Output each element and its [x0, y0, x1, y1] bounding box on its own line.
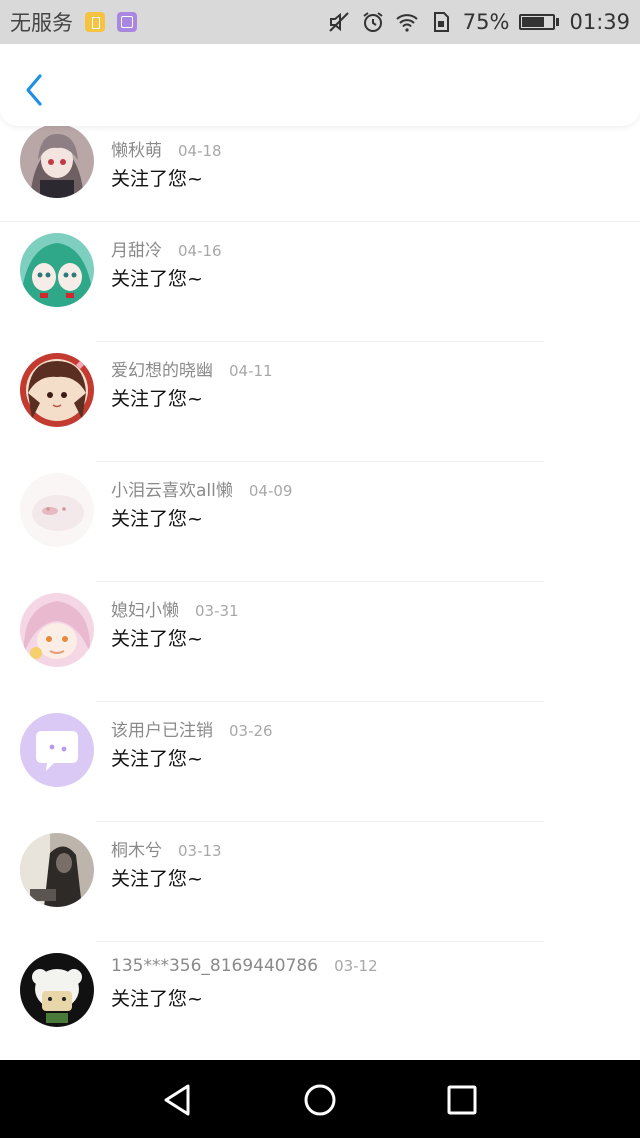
list-item[interactable]: 媳妇小懒 03-31 关注了您~: [0, 582, 640, 702]
follow-notification-list[interactable]: 懒秋萌 04-18 关注了您~ 月甜冷 04-16 关注了您~ 爱幻想的晓幽 0…: [0, 126, 640, 1060]
item-meta: 月甜冷 04-16: [111, 236, 222, 261]
item-meta: 桐木兮 03-13: [111, 836, 222, 861]
list-item[interactable]: 该用户已注销 03-26 关注了您~: [0, 702, 640, 822]
message-text: 关注了您~: [111, 388, 203, 410]
system-nav-bar: [0, 1060, 640, 1138]
square-recents-icon[interactable]: [442, 1080, 482, 1120]
avatar[interactable]: [20, 473, 94, 547]
avatar[interactable]: [20, 126, 94, 198]
message-text: 关注了您~: [111, 628, 203, 650]
status-bar-left: 无服务: [10, 7, 137, 37]
avatar[interactable]: [20, 713, 94, 787]
list-item[interactable]: 爱幻想的晓幽 04-11 关注了您~: [0, 342, 640, 462]
gallery-app-icon: [117, 12, 137, 32]
avatar[interactable]: [20, 593, 94, 667]
item-meta: 135***356_8169440786 03-12: [111, 956, 378, 976]
item-meta: 媳妇小懒 03-31: [111, 596, 239, 621]
sim-app-icon: [85, 12, 105, 32]
date-label: 04-16: [178, 242, 222, 260]
battery-icon: [519, 14, 560, 30]
list-item[interactable]: 月甜冷 04-16 关注了您~: [0, 222, 640, 342]
clock: 01:39: [569, 10, 630, 34]
list-item[interactable]: 懒秋萌 04-18 关注了您~: [0, 126, 640, 222]
item-meta: 小泪云喜欢all懒 04-09: [111, 476, 292, 501]
user-name[interactable]: 月甜冷: [111, 236, 162, 261]
top-nav-bar: [0, 44, 640, 126]
user-name[interactable]: 135***356_8169440786: [111, 956, 318, 976]
chevron-left-icon: [26, 74, 42, 106]
avatar[interactable]: [20, 833, 94, 907]
user-name[interactable]: 小泪云喜欢all懒: [111, 476, 233, 501]
carrier-label: 无服务: [10, 11, 73, 35]
user-name[interactable]: 懒秋萌: [111, 136, 162, 161]
status-bar: 无服务 75% 01:39: [0, 0, 640, 44]
message-text: 关注了您~: [111, 868, 203, 890]
sim-card-icon: [433, 12, 449, 32]
status-bar-right: 75% 01:39: [327, 10, 630, 34]
message-text: 关注了您~: [111, 508, 203, 530]
circle-home-icon[interactable]: [300, 1080, 340, 1120]
date-label: 03-13: [178, 842, 222, 860]
user-name[interactable]: 该用户已注销: [111, 716, 213, 741]
date-label: 03-26: [229, 722, 273, 740]
wifi-icon: [396, 14, 418, 32]
message-text: 关注了您~: [111, 168, 203, 190]
list-item[interactable]: 小泪云喜欢all懒 04-09 关注了您~: [0, 462, 640, 582]
date-label: 04-11: [229, 362, 273, 380]
date-label: 04-09: [248, 482, 293, 500]
date-label: 04-18: [178, 142, 222, 160]
message-text: 关注了您~: [111, 988, 203, 1010]
avatar[interactable]: [20, 953, 94, 1027]
message-text: 关注了您~: [111, 268, 203, 290]
date-label: 03-12: [334, 957, 378, 975]
mute-icon: [329, 12, 349, 32]
list-item[interactable]: 135***356_8169440786 03-12 关注了您~: [0, 942, 640, 1060]
list-item[interactable]: 桐木兮 03-13 关注了您~: [0, 822, 640, 942]
user-name[interactable]: 爱幻想的晓幽: [111, 356, 213, 381]
user-name[interactable]: 媳妇小懒: [111, 596, 179, 621]
item-meta: 懒秋萌 04-18: [111, 136, 222, 161]
battery-percent: 75%: [462, 10, 510, 34]
alarm-icon: [363, 12, 383, 32]
item-meta: 爱幻想的晓幽 04-11: [111, 356, 273, 381]
triangle-back-icon[interactable]: [158, 1080, 198, 1120]
user-name[interactable]: 桐木兮: [111, 836, 162, 861]
back-button[interactable]: [18, 70, 54, 110]
date-label: 03-31: [195, 602, 239, 620]
avatar[interactable]: [20, 353, 94, 427]
avatar[interactable]: [20, 233, 94, 307]
message-text: 关注了您~: [111, 748, 203, 770]
item-meta: 该用户已注销 03-26: [111, 716, 273, 741]
